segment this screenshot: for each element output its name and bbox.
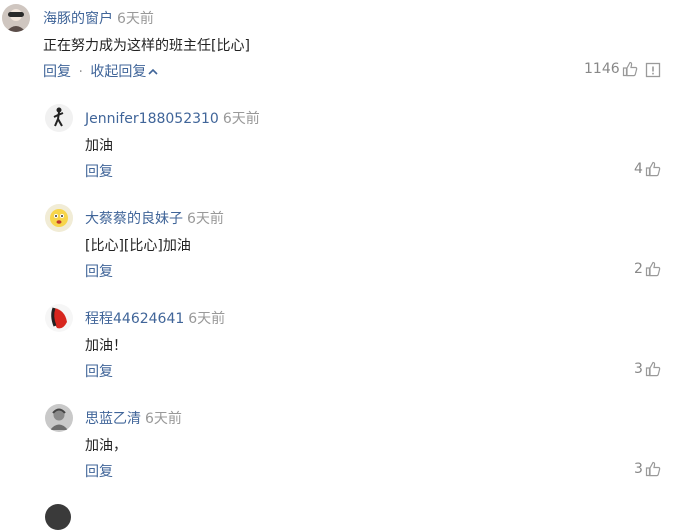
username[interactable]: 海豚的窗户 [43, 11, 113, 27]
reply-text: 加油！ [85, 338, 127, 354]
like-count: 1146 [584, 61, 620, 77]
separator: · [78, 64, 83, 80]
username[interactable]: 大蔡蔡的良妹子 [85, 211, 183, 227]
username[interactable]: 程程44624641 [85, 311, 184, 327]
report-icon[interactable] [645, 62, 661, 78]
like-count: 4 [634, 161, 643, 177]
comment-text: 正在努力成为这样的班主任[比心] [43, 38, 250, 54]
thumbs-up-icon [645, 161, 661, 177]
avatar[interactable] [45, 204, 73, 232]
reply-header: 程程44624641 6天前 [85, 308, 225, 328]
like-button[interactable]: 3 [634, 461, 661, 477]
timestamp: 6天前 [187, 211, 224, 227]
username[interactable]: 思蓝乙清 [85, 411, 141, 427]
like-button[interactable]: 1146 [584, 61, 638, 77]
thumbs-up-icon [645, 361, 661, 377]
thumbs-up-icon [645, 261, 661, 277]
like-button[interactable]: 2 [634, 261, 661, 277]
like-count: 2 [634, 261, 643, 277]
chevron-up-icon [148, 68, 158, 75]
like-button[interactable]: 4 [634, 161, 661, 177]
avatar[interactable] [45, 104, 73, 132]
reply-text: 加油， [85, 438, 127, 454]
avatar[interactable] [45, 304, 73, 332]
reply-button[interactable]: 回复 [43, 64, 71, 80]
reply-header: 思蓝乙清 6天前 [85, 408, 182, 428]
reply-text: [比心][比心]加油 [85, 238, 191, 254]
collapse-replies-label: 收起回复 [90, 64, 147, 80]
thumbs-up-icon [622, 61, 637, 77]
like-count: 3 [634, 461, 643, 477]
avatar[interactable] [45, 504, 71, 530]
reply-button[interactable]: 回复 [85, 261, 113, 281]
reply-header: Jennifer188052310 6天前 [85, 108, 260, 128]
avatar[interactable] [45, 404, 73, 432]
avatar-image [45, 304, 73, 332]
comment-header: 海豚的窗户 6天前 [43, 8, 154, 28]
timestamp: 6天前 [145, 411, 182, 427]
reply-button[interactable]: 回复 [85, 361, 113, 381]
like-button[interactable]: 3 [634, 361, 661, 377]
reply-text: 加油 [85, 138, 113, 154]
username[interactable]: Jennifer188052310 [85, 111, 219, 127]
reply-button[interactable]: 回复 [85, 461, 113, 481]
avatar-image [2, 4, 30, 32]
avatar-image [45, 404, 73, 432]
avatar-image [45, 104, 73, 132]
reply-button[interactable]: 回复 [85, 161, 113, 181]
avatar[interactable] [2, 4, 30, 32]
like-count: 3 [634, 361, 643, 377]
avatar-image [45, 204, 73, 232]
timestamp: 6天前 [188, 311, 226, 327]
timestamp: 6天前 [222, 111, 260, 127]
collapse-replies-button[interactable]: 收起回复 [90, 64, 158, 80]
reply-header: 大蔡蔡的良妹子 6天前 [85, 208, 224, 228]
comment-actions: 回复 · 收起回复 [43, 61, 158, 81]
thumbs-up-icon [645, 461, 661, 477]
timestamp: 6天前 [117, 11, 154, 27]
